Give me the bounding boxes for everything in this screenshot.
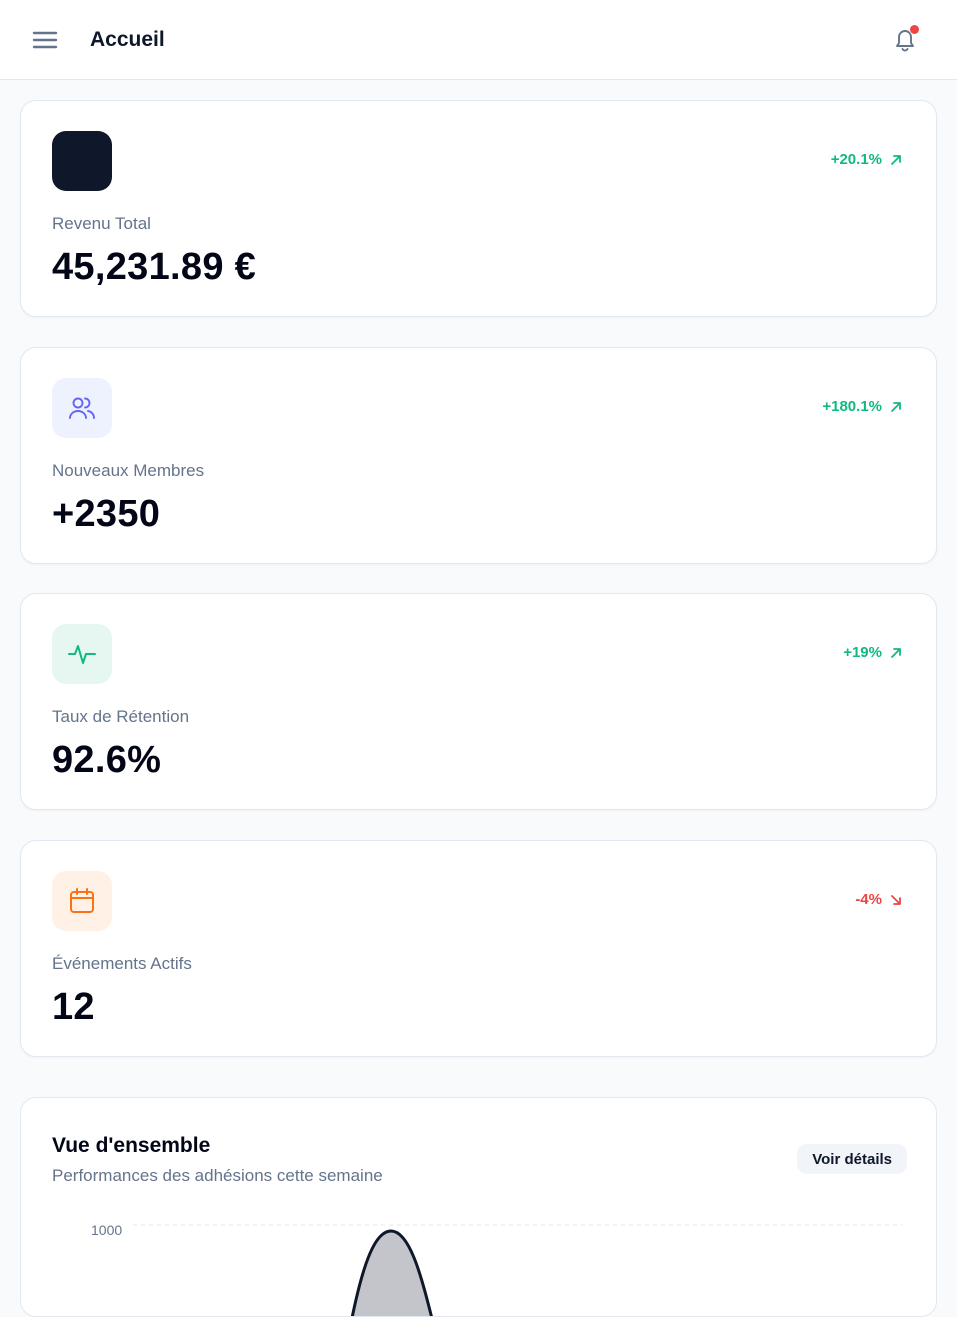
- users-icon: [52, 378, 112, 438]
- view-details-button[interactable]: Voir détails: [797, 1144, 907, 1174]
- overview-chart: 1000: [91, 1222, 903, 1316]
- trend-badge: +20.1%: [831, 151, 904, 168]
- trend-badge: +19%: [843, 644, 904, 661]
- stat-card-revenue: +20.1% Revenu Total 45,231.89 €: [20, 100, 937, 317]
- stat-value: +2350: [52, 493, 161, 535]
- overview-card: Vue d'ensemble Performances des adhésion…: [20, 1097, 937, 1317]
- stat-value: 12: [52, 986, 95, 1028]
- stat-label: Taux de Rétention: [52, 707, 190, 726]
- arrow-up-right-icon: [891, 647, 901, 658]
- stat-card-retention: +19% Taux de Rétention 92.6%: [20, 593, 937, 810]
- area-series: [350, 1229, 433, 1316]
- overview-subtitle: Performances des adhésions cette semaine: [52, 1166, 383, 1185]
- activity-icon: [52, 624, 112, 684]
- page-title: Accueil: [90, 28, 165, 51]
- dark-square-icon: [52, 131, 112, 191]
- trend-value: +20.1%: [830, 151, 882, 168]
- stat-label: Nouveaux Membres: [52, 461, 205, 480]
- arrow-up-right-icon: [891, 154, 901, 165]
- stat-value: 92.6%: [52, 739, 162, 781]
- arrow-down-right-icon: [891, 894, 901, 905]
- top-bar: Accueil: [0, 0, 957, 80]
- overview-title: Vue d'ensemble: [52, 1134, 211, 1157]
- y-tick-label: 1000: [91, 1222, 122, 1238]
- trend-value: +180.1%: [822, 398, 882, 415]
- notification-dot: [910, 25, 919, 34]
- stat-label: Revenu Total: [52, 214, 151, 233]
- trend-badge: -4%: [855, 891, 904, 908]
- calendar-icon: [52, 871, 112, 931]
- stat-label: Événements Actifs: [52, 954, 192, 973]
- trend-value: +19%: [843, 644, 882, 661]
- trend-badge: +180.1%: [822, 398, 904, 415]
- menu-icon[interactable]: [30, 26, 60, 54]
- trend-value: -4%: [855, 891, 882, 908]
- arrow-up-right-icon: [891, 401, 901, 412]
- stat-card-members: +180.1% Nouveaux Membres +2350: [20, 347, 937, 564]
- stat-card-events: -4% Événements Actifs 12: [20, 840, 937, 1057]
- stat-value: 45,231.89 €: [52, 246, 257, 288]
